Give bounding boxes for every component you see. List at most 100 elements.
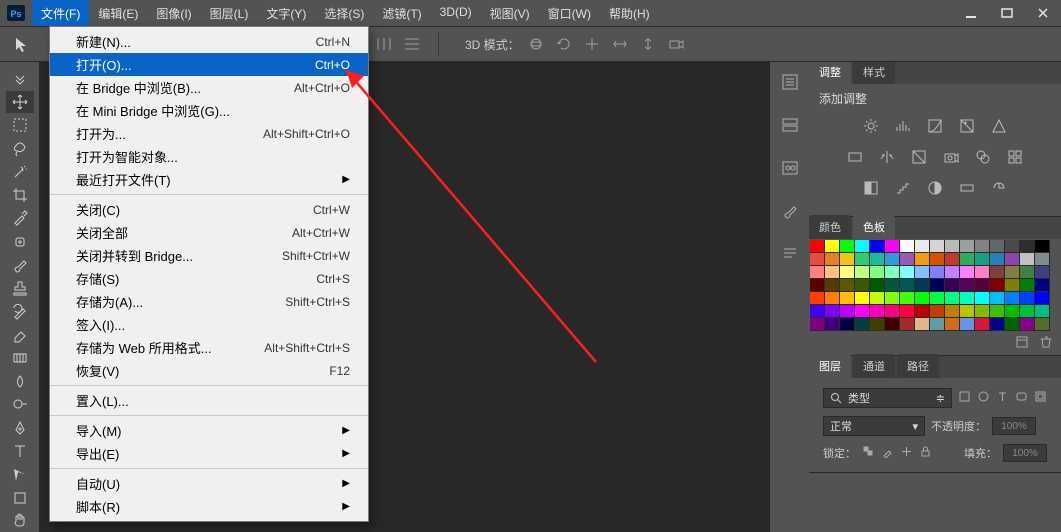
current-tool-icon[interactable]: [8, 31, 38, 57]
swatch[interactable]: [915, 292, 930, 305]
swatch[interactable]: [810, 266, 825, 279]
path-tool-icon[interactable]: [6, 464, 34, 485]
swatch[interactable]: [825, 240, 840, 253]
swatch[interactable]: [930, 240, 945, 253]
swatch[interactable]: [885, 292, 900, 305]
swatch[interactable]: [915, 318, 930, 331]
swatch[interactable]: [915, 253, 930, 266]
mode3d-rotate-icon[interactable]: [552, 33, 576, 55]
swatch[interactable]: [1035, 292, 1050, 305]
swatch[interactable]: [930, 292, 945, 305]
tab-paths[interactable]: 路径: [897, 354, 939, 378]
menu-item[interactable]: 存储为(A)...Shift+Ctrl+S: [50, 290, 368, 313]
menu-item[interactable]: 打开为智能对象...: [50, 145, 368, 168]
swatch[interactable]: [870, 279, 885, 292]
swatch[interactable]: [930, 318, 945, 331]
swatch[interactable]: [855, 305, 870, 318]
mode3d-slide-icon[interactable]: [608, 33, 632, 55]
menubar-item-10[interactable]: 帮助(H): [600, 0, 659, 27]
healing-tool-icon[interactable]: [6, 231, 34, 252]
swatch[interactable]: [1020, 266, 1035, 279]
filter-smart-icon[interactable]: [1034, 390, 1047, 406]
swatch[interactable]: [1035, 279, 1050, 292]
filter-type-icon[interactable]: [996, 390, 1009, 406]
menu-item[interactable]: 在 Mini Bridge 中浏览(G)...: [50, 99, 368, 122]
swatch[interactable]: [960, 279, 975, 292]
swatch[interactable]: [915, 305, 930, 318]
swatch[interactable]: [915, 240, 930, 253]
swatch[interactable]: [1035, 318, 1050, 331]
posterize-icon[interactable]: [894, 179, 912, 200]
swatch-grid[interactable]: [809, 239, 1061, 333]
swatch[interactable]: [1005, 240, 1020, 253]
swatch[interactable]: [900, 240, 915, 253]
menubar-item-5[interactable]: 选择(S): [315, 0, 373, 27]
swatch[interactable]: [930, 279, 945, 292]
menubar-item-3[interactable]: 图层(L): [201, 0, 258, 27]
swatch[interactable]: [975, 266, 990, 279]
swatch[interactable]: [1020, 279, 1035, 292]
swatch[interactable]: [1020, 253, 1035, 266]
swatch[interactable]: [990, 253, 1005, 266]
menubar-item-0[interactable]: 文件(F): [32, 0, 89, 27]
swatch[interactable]: [1020, 318, 1035, 331]
filter-shape-icon[interactable]: [1015, 390, 1028, 406]
swatch[interactable]: [1020, 305, 1035, 318]
swatch[interactable]: [930, 266, 945, 279]
hand-tool-icon[interactable]: [6, 511, 34, 532]
swatch[interactable]: [990, 266, 1005, 279]
eraser-tool-icon[interactable]: [6, 324, 34, 345]
swatch[interactable]: [825, 305, 840, 318]
swatch[interactable]: [840, 240, 855, 253]
swatch[interactable]: [945, 240, 960, 253]
properties-panel-icon[interactable]: [780, 115, 800, 140]
brush-panel-icon[interactable]: [780, 201, 800, 226]
tab-adjustments[interactable]: 调整: [809, 60, 851, 84]
menu-item[interactable]: 打开为...Alt+Shift+Ctrl+O: [50, 122, 368, 145]
threshold-icon[interactable]: [926, 179, 944, 200]
swatch[interactable]: [900, 318, 915, 331]
blend-mode-select[interactable]: 正常▾: [823, 416, 925, 436]
swatch[interactable]: [840, 305, 855, 318]
menu-item[interactable]: 自动(U)▶: [50, 472, 368, 495]
menu-item[interactable]: 恢复(V)F12: [50, 359, 368, 382]
swatch[interactable]: [990, 305, 1005, 318]
swatch[interactable]: [1005, 279, 1020, 292]
swatch[interactable]: [840, 266, 855, 279]
eyedropper-tool-icon[interactable]: [6, 208, 34, 229]
type-tool-icon[interactable]: [6, 441, 34, 462]
menu-item[interactable]: 签入(I)...: [50, 313, 368, 336]
gradmap-icon[interactable]: [958, 179, 976, 200]
tab-swatches[interactable]: 色板: [853, 215, 895, 239]
swatch[interactable]: [870, 292, 885, 305]
lookup-icon[interactable]: [1006, 148, 1024, 169]
menubar-item-4[interactable]: 文字(Y): [257, 0, 315, 27]
swatch[interactable]: [885, 279, 900, 292]
swatch[interactable]: [825, 253, 840, 266]
swatch[interactable]: [885, 253, 900, 266]
menubar-item-9[interactable]: 窗口(W): [539, 0, 600, 27]
swatch[interactable]: [1005, 253, 1020, 266]
filter-pixel-icon[interactable]: [958, 390, 971, 406]
menu-item[interactable]: 脚本(R)▶: [50, 495, 368, 518]
swatch[interactable]: [1005, 318, 1020, 331]
levels-icon[interactable]: [894, 117, 912, 138]
swatch[interactable]: [975, 253, 990, 266]
wand-tool-icon[interactable]: [6, 161, 34, 182]
mode3d-pan-icon[interactable]: [580, 33, 604, 55]
swatch[interactable]: [1035, 266, 1050, 279]
swatch[interactable]: [900, 279, 915, 292]
mode3d-zoom-icon[interactable]: [636, 33, 660, 55]
swatch[interactable]: [810, 292, 825, 305]
swatch[interactable]: [1020, 240, 1035, 253]
swatch[interactable]: [900, 292, 915, 305]
swatch[interactable]: [945, 253, 960, 266]
history-brush-icon[interactable]: [6, 301, 34, 322]
swatch[interactable]: [945, 266, 960, 279]
mode3d-orbit-icon[interactable]: [524, 33, 548, 55]
shape-tool-icon[interactable]: [6, 487, 34, 508]
marquee-tool-icon[interactable]: [6, 115, 34, 136]
menu-item[interactable]: 新建(N)...Ctrl+N: [50, 30, 368, 53]
move-tool-icon[interactable]: [6, 91, 34, 112]
menu-item[interactable]: 关闭(C)Ctrl+W: [50, 198, 368, 221]
